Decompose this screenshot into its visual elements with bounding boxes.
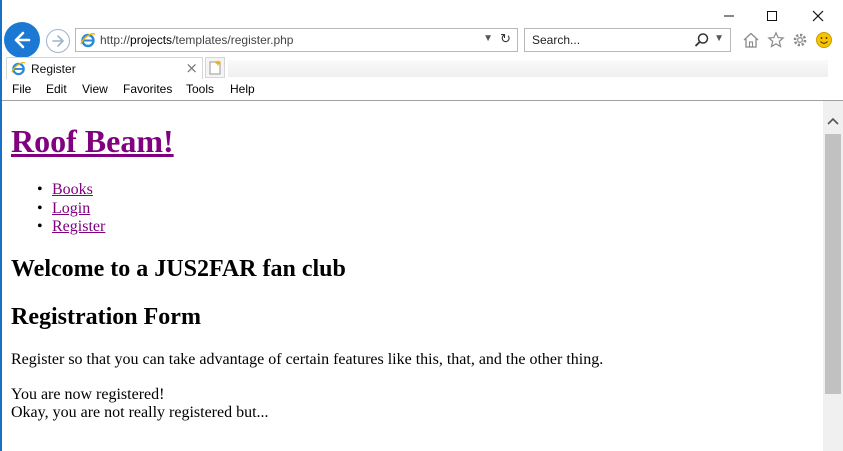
home-icon [743, 32, 759, 48]
search-icon[interactable] [694, 32, 710, 48]
address-dropdown-icon[interactable]: ▼ [483, 33, 493, 44]
nav-item: Register [37, 218, 105, 237]
scroll-up-button[interactable] [823, 111, 843, 131]
search-dropdown-icon[interactable]: ▼ [714, 33, 724, 44]
scroll-thumb[interactable] [825, 134, 841, 394]
refresh-icon[interactable]: ↻ [500, 32, 511, 47]
ie-logo-icon [11, 62, 26, 76]
site-nav: Books Login Register [37, 181, 105, 237]
menu-edit[interactable]: Edit [46, 82, 67, 96]
nav-link-register[interactable]: Register [52, 218, 105, 235]
tab-title: Register [31, 62, 76, 76]
menu-tools[interactable]: Tools [186, 82, 214, 96]
intro-text: Register so that you can take advantage … [11, 351, 604, 368]
forward-button[interactable] [46, 29, 70, 53]
close-icon [812, 10, 824, 22]
tab-close-icon[interactable]: × [185, 59, 198, 77]
menu-favorites[interactable]: Favorites [123, 82, 172, 96]
arrow-left-icon [14, 31, 31, 49]
home-button[interactable] [741, 30, 761, 50]
search-placeholder: Search... [532, 33, 581, 47]
status-message: You are now registered! [11, 386, 165, 403]
page-content: Roof Beam! Books Login Register Welcome … [2, 101, 823, 451]
maximize-icon [767, 11, 777, 21]
smiley-icon [816, 32, 832, 48]
arrow-right-icon [52, 35, 64, 47]
address-url: http://projects/templates/register.php [100, 33, 294, 47]
feedback-button[interactable] [814, 30, 834, 50]
menu-view[interactable]: View [82, 82, 108, 96]
gear-icon [793, 33, 807, 47]
search-box[interactable]: Search... ▼ [524, 28, 731, 52]
back-button[interactable] [4, 22, 40, 58]
close-window-button[interactable] [808, 6, 828, 26]
nav-link-login[interactable]: Login [52, 200, 90, 217]
status-note: Okay, you are not really registered but.… [11, 404, 269, 421]
maximize-button[interactable] [762, 6, 782, 26]
chevron-up-icon [827, 117, 839, 125]
nav-link-books[interactable]: Books [52, 181, 93, 198]
tab-register[interactable]: Register × [6, 57, 203, 79]
menu-help[interactable]: Help [230, 82, 255, 96]
ie-logo-icon [80, 33, 96, 48]
vertical-scrollbar[interactable] [823, 101, 843, 451]
minimize-icon [724, 15, 734, 17]
nav-item: Books [37, 181, 105, 200]
welcome-heading: Welcome to a JUS2FAR fan club [11, 256, 346, 282]
new-tab-button[interactable] [205, 57, 225, 78]
minimize-button[interactable] [719, 6, 739, 26]
favorites-button[interactable] [766, 30, 786, 50]
star-icon [767, 31, 785, 48]
address-bar[interactable]: http://projects/templates/register.php ▼… [75, 28, 518, 52]
new-tab-icon [209, 60, 221, 75]
site-title-link[interactable]: Roof Beam! [11, 123, 174, 160]
browser-window: http://projects/templates/register.php ▼… [0, 0, 843, 451]
tab-strip [228, 60, 828, 77]
menu-file[interactable]: File [12, 82, 31, 96]
nav-item: Login [37, 200, 105, 219]
tools-button[interactable] [790, 30, 810, 50]
menu-bar: File Edit View Favorites Tools Help [2, 79, 843, 101]
form-heading: Registration Form [11, 304, 201, 330]
